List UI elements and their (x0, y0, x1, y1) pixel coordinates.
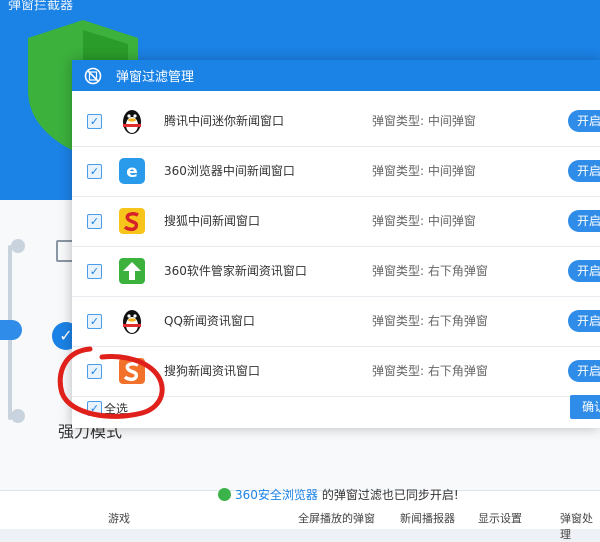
select-all-checkbox[interactable]: ✓ (87, 401, 102, 416)
list-item: ✓ e 360浏览器中间新闻窗口 弹窗类型: 中间弹窗 开启 (72, 147, 600, 197)
penguin-icon (123, 110, 141, 134)
enable-button[interactable]: 开启 (568, 260, 600, 282)
confirm-button[interactable]: 确认 (570, 395, 600, 419)
row-checkbox[interactable]: ✓ (87, 314, 102, 329)
bottom-tab[interactable]: 游戏 (108, 510, 130, 526)
bottom-tab[interactable]: 新闻播报器 (400, 510, 455, 526)
list-item: ✓ 搜狐中间新闻窗口 弹窗类型: 中间弹窗 开启 (72, 197, 600, 247)
popup-filter-dialog: 弹窗过滤管理 ✓ 腾讯中间迷你新闻窗口 弹窗类型: 中间弹窗 开启 ✓ e 36… (72, 60, 600, 428)
enable-button[interactable]: 开启 (568, 360, 600, 382)
dialog-header: 弹窗过滤管理 (72, 60, 600, 91)
row-name: 360软件管家新闻资讯窗口 (164, 264, 307, 278)
bottom-tab[interactable]: 显示设置 (478, 510, 522, 526)
row-type: 弹窗类型: 中间弹窗 (372, 114, 476, 128)
block-icon (84, 67, 102, 84)
bottom-tab[interactable]: 全屏播放的弹窗 (298, 510, 375, 526)
sohu-icon (119, 208, 145, 234)
enable-button[interactable]: 开启 (568, 210, 600, 232)
row-checkbox[interactable]: ✓ (87, 164, 102, 179)
slider-stop[interactable] (11, 409, 25, 423)
dialog-title: 弹窗过滤管理 (116, 70, 195, 85)
list-item: ✓ QQ新闻资讯窗口 弹窗类型: 右下角弹窗 开启 (72, 297, 600, 347)
row-name: 360浏览器中间新闻窗口 (164, 164, 295, 178)
list-item: ✓ 腾讯中间迷你新闻窗口 弹窗类型: 中间弹窗 开启 (72, 97, 600, 147)
list-item: ✓ 搜狗新闻资讯窗口 弹窗类型: 右下角弹窗 开启 (72, 347, 600, 397)
row-type: 弹窗类型: 中间弹窗 (372, 164, 476, 178)
bottom-tab[interactable]: 弹窗处理 (560, 510, 600, 542)
notice-text: 的弹窗过滤也已同步开启! (321, 488, 459, 502)
row-checkbox[interactable]: ✓ (87, 364, 102, 379)
row-name: 搜狐中间新闻窗口 (164, 214, 261, 228)
row-type: 弹窗类型: 右下角弹窗 (372, 364, 488, 378)
row-checkbox[interactable]: ✓ (87, 214, 102, 229)
row-name: 搜狗新闻资讯窗口 (164, 364, 261, 378)
upload-arrow-icon (119, 258, 145, 284)
select-all-label[interactable]: 全选 (104, 400, 128, 417)
sogou-icon (119, 358, 145, 384)
browser-icon: e (119, 158, 145, 184)
row-checkbox[interactable]: ✓ (87, 264, 102, 279)
slider-handle[interactable] (0, 320, 22, 340)
row-name: 腾讯中间迷你新闻窗口 (164, 114, 285, 128)
row-type: 弹窗类型: 右下角弹窗 (372, 314, 488, 328)
app-title: 弹窗拦截器 (8, 0, 74, 13)
enable-button[interactable]: 开启 (568, 160, 600, 182)
row-type: 弹窗类型: 右下角弹窗 (372, 264, 488, 278)
penguin-icon (123, 310, 141, 334)
list-item: ✓ 360软件管家新闻资讯窗口 弹窗类型: 右下角弹窗 开启 (72, 247, 600, 297)
row-checkbox[interactable]: ✓ (87, 114, 102, 129)
sync-notice: 360安全浏览器 的弹窗过滤也已同步开启! (218, 486, 459, 503)
svg-text:e: e (126, 162, 138, 182)
enable-button[interactable]: 开启 (568, 310, 600, 332)
slider-stop[interactable] (11, 239, 25, 253)
enable-button[interactable]: 开启 (568, 110, 600, 132)
row-name: QQ新闻资讯窗口 (164, 314, 255, 328)
browser-link[interactable]: 360安全浏览器 (235, 486, 318, 503)
browser-logo-icon (218, 488, 231, 501)
row-type: 弹窗类型: 中间弹窗 (372, 214, 476, 228)
